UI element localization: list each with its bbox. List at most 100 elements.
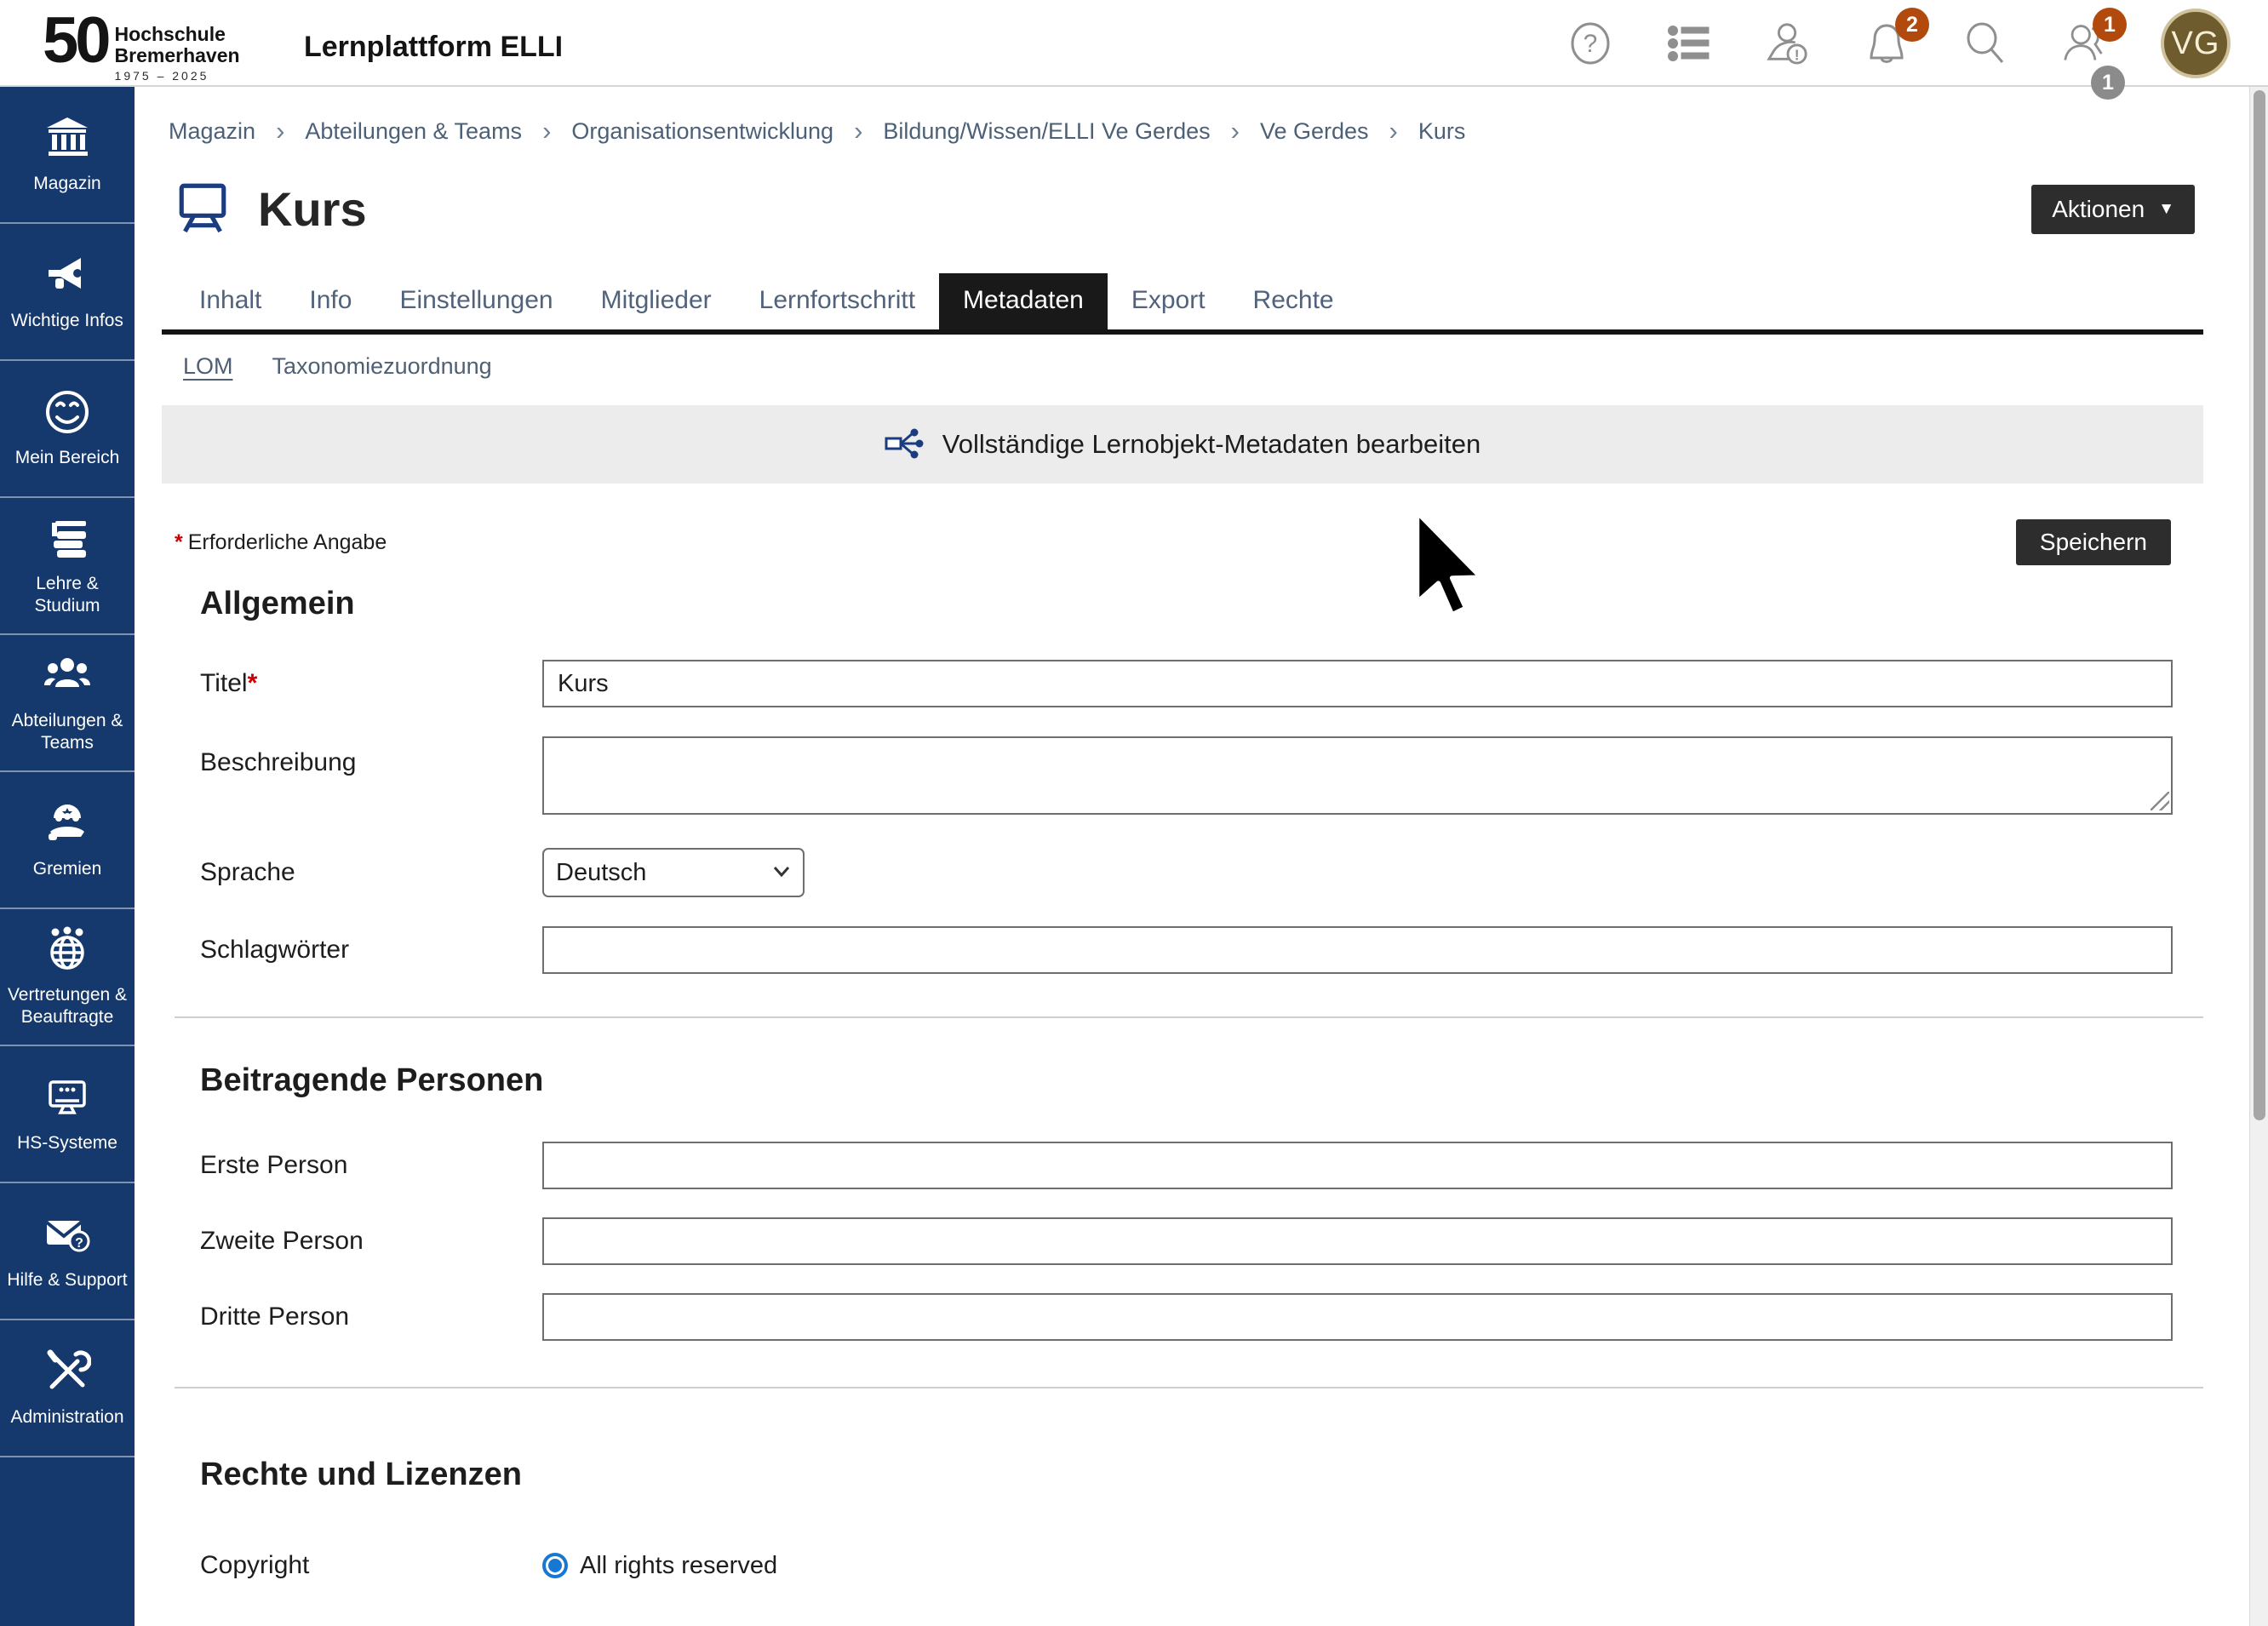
section-heading-rechte-lizenzen: Rechte und Lizenzen: [200, 1457, 2249, 1493]
breadcrumb-item[interactable]: Organisationsentwicklung: [571, 118, 833, 145]
help-icon[interactable]: ?: [1568, 21, 1612, 66]
save-button[interactable]: Speichern: [2016, 519, 2171, 565]
copyright-option-label: All rights reserved: [580, 1552, 777, 1580]
subtab-taxonomiezuordnung[interactable]: Taxonomiezuordnung: [272, 353, 492, 380]
sidebar-item-wichtige-infos[interactable]: Wichtige Infos: [0, 224, 135, 361]
sidebar-item-label: Abteilungen & Teams: [5, 710, 129, 754]
course-easel-icon: [175, 179, 231, 239]
field-row-dritte-person: Dritte Person: [200, 1293, 2173, 1341]
user-alert-icon[interactable]: !: [1766, 21, 1810, 66]
sidebar-item-label: Mein Bereich: [15, 447, 120, 469]
tab-rechte[interactable]: Rechte: [1229, 273, 1358, 329]
resize-handle[interactable]: [2151, 792, 2169, 810]
sidebar-item-administration[interactable]: Administration: [0, 1320, 135, 1457]
required-note: *Erforderliche Angabe: [175, 530, 387, 555]
sidebar-item-label: Administration: [10, 1406, 123, 1428]
subtab-lom[interactable]: LOM: [183, 353, 233, 380]
field-row-sprache: Sprache Deutsch: [200, 848, 2173, 897]
schlagwoerter-input[interactable]: [542, 926, 2173, 974]
breadcrumb-separator-icon: ›: [276, 116, 284, 146]
sidebar-item-gremien[interactable]: Gremien: [0, 772, 135, 909]
books-icon: [43, 514, 91, 562]
vertical-scrollbar[interactable]: [2249, 87, 2268, 1626]
breadcrumb-item[interactable]: Magazin: [169, 118, 255, 145]
breadcrumb: Magazin › Abteilungen & Teams › Organisa…: [135, 87, 2249, 150]
sidebar-item-hilfe-support[interactable]: ? Hilfe & Support: [0, 1183, 135, 1320]
copyright-radio-selected[interactable]: [542, 1553, 568, 1578]
top-header: 50 Hochschule Bremerhaven 1975 – 2025 Le…: [0, 0, 2268, 87]
sidebar-item-label: Magazin: [33, 173, 100, 195]
tab-export[interactable]: Export: [1108, 273, 1229, 329]
beschreibung-label: Beschreibung: [200, 748, 542, 777]
sidebar-item-label: Hilfe & Support: [7, 1269, 127, 1291]
tab-inhalt[interactable]: Inhalt: [175, 273, 285, 329]
section-divider: [175, 1016, 2203, 1018]
contributor-fields: Erste Person Zweite Person Dritte Person: [200, 1142, 2173, 1341]
page-title: Kurs: [258, 181, 367, 237]
breadcrumb-item[interactable]: Ve Gerdes: [1260, 118, 1369, 145]
logo-years: 1975 – 2025: [115, 69, 240, 83]
tab-metadaten[interactable]: Metadaten: [939, 273, 1108, 329]
dritte-person-input[interactable]: [542, 1293, 2173, 1341]
schlagwoerter-label: Schlagwörter: [200, 936, 542, 965]
sidebar-item-label: Gremien: [33, 858, 102, 880]
breadcrumb-separator-icon: ›: [1231, 116, 1240, 146]
field-row-titel: Titel*: [200, 660, 2173, 707]
contacts-badge-top: 1: [2093, 8, 2127, 42]
breadcrumb-separator-icon: ›: [1389, 116, 1398, 146]
breadcrumb-item[interactable]: Abteilungen & Teams: [305, 118, 522, 145]
titel-input[interactable]: [542, 660, 2173, 707]
edit-full-metadata-banner[interactable]: Vollständige Lernobjekt-Metadaten bearbe…: [162, 405, 2203, 484]
breadcrumb-item[interactable]: Kurs: [1418, 118, 1466, 145]
hochschule-bremerhaven-logo[interactable]: 50 Hochschule Bremerhaven 1975 – 2025: [43, 5, 240, 83]
todo-list-icon[interactable]: [1667, 21, 1711, 66]
sidebar-item-vertretungen-beauftragte[interactable]: Vertretungen & Beauftragte: [0, 909, 135, 1046]
sidebar-item-label: HS-Systeme: [17, 1132, 117, 1154]
people-group-icon: [43, 651, 91, 699]
header-icon-bar: ? ! 2: [1568, 0, 2231, 87]
sidebar-item-mein-bereich[interactable]: Mein Bereich: [0, 361, 135, 498]
field-row-schlagwoerter: Schlagwörter: [200, 926, 2173, 974]
main-content: Magazin › Abteilungen & Teams › Organisa…: [135, 87, 2249, 1580]
beschreibung-textarea-wrap: [542, 736, 2173, 819]
committee-icon: [43, 799, 91, 847]
notifications-bell-icon[interactable]: 2: [1864, 21, 1909, 66]
titel-label-text: Titel: [200, 669, 248, 697]
tools-icon: [43, 1348, 91, 1395]
contacts-icon[interactable]: 1 1: [2062, 21, 2106, 66]
tab-einstellungen[interactable]: Einstellungen: [375, 273, 576, 329]
zweite-person-input[interactable]: [542, 1217, 2173, 1265]
tab-lernfortschritt[interactable]: Lernfortschritt: [736, 273, 939, 329]
sidebar-item-abteilungen-teams[interactable]: Abteilungen & Teams: [0, 635, 135, 772]
breadcrumb-separator-icon: ›: [542, 116, 551, 146]
language-select[interactable]: Deutsch: [542, 848, 805, 897]
form-meta-row: *Erforderliche Angabe Speichern: [175, 519, 2171, 565]
section-heading-allgemein: Allgemein: [200, 586, 2249, 622]
section-divider: [175, 1387, 2203, 1388]
page-title-row: Kurs Aktionen ▼: [175, 179, 2249, 239]
caret-down-icon: ▼: [2158, 201, 2174, 217]
tab-info[interactable]: Info: [285, 273, 375, 329]
breadcrumb-item[interactable]: Bildung/Wissen/ELLI Ve Gerdes: [883, 118, 1210, 145]
actions-button[interactable]: Aktionen ▼: [2031, 185, 2195, 234]
copyright-label: Copyright: [200, 1551, 542, 1580]
erste-person-input[interactable]: [542, 1142, 2173, 1189]
globe-people-icon: [43, 925, 91, 973]
field-row-copyright: Copyright All rights reserved: [200, 1551, 2173, 1580]
field-row-beschreibung: Beschreibung: [200, 736, 2173, 819]
notifications-badge: 2: [1895, 8, 1929, 42]
user-avatar[interactable]: VG: [2161, 9, 2231, 78]
logo-line2: Bremerhaven: [115, 44, 240, 66]
sidebar-item-magazin[interactable]: Magazin: [0, 87, 135, 224]
search-icon[interactable]: [1963, 21, 2007, 66]
beschreibung-textarea[interactable]: [542, 736, 2173, 815]
sidebar-item-hs-systeme[interactable]: HS-Systeme: [0, 1046, 135, 1183]
tab-mitglieder[interactable]: Mitglieder: [577, 273, 736, 329]
sprache-select-wrap: Deutsch: [542, 848, 805, 897]
sidebar-item-lehre-studium[interactable]: Lehre & Studium: [0, 498, 135, 635]
scrollbar-thumb[interactable]: [2254, 90, 2265, 1120]
monitor-icon: [43, 1074, 91, 1121]
svg-text:?: ?: [1584, 30, 1598, 58]
required-asterisk: *: [175, 530, 183, 554]
sidebar-item-label: Wichtige Infos: [11, 310, 123, 332]
